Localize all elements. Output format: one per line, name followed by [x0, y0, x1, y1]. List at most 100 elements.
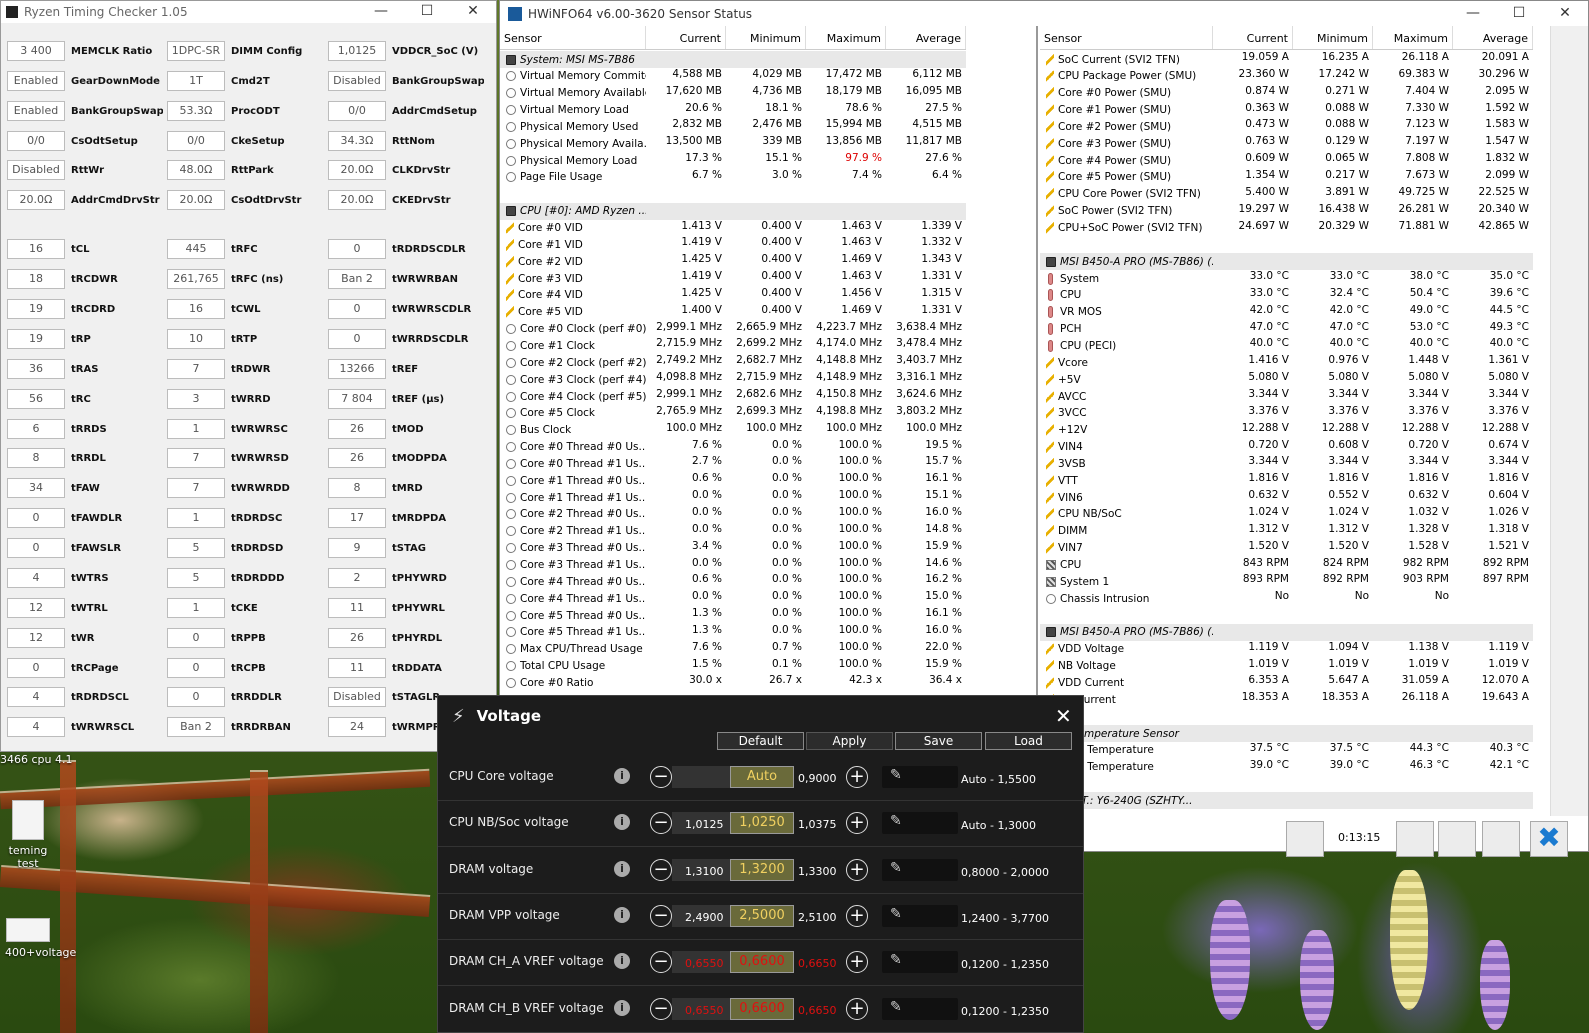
decrease-button[interactable]: − [650, 812, 672, 835]
manual-edit-field[interactable]: ✎ [882, 951, 958, 974]
column-header-current[interactable]: Current [646, 26, 726, 49]
manual-edit-field[interactable]: ✎ [882, 997, 958, 1020]
sensor-row[interactable]: Core #0 Ratio 30.0 x 26.7 x 42.3 x 36.4 x [500, 674, 966, 692]
sensor-row[interactable]: Max CPU/Thread Usage 7.6 % 0.7 % 100.0 % 22.… [500, 640, 966, 658]
decrease-button[interactable]: − [650, 997, 672, 1020]
sensor-row[interactable]: Page File Usage 6.7 % 3.0 % 7.4 % 6.4 % [500, 168, 966, 186]
info-icon[interactable]: i [614, 953, 630, 970]
voltage-current-value[interactable]: 1,3200 [730, 858, 794, 881]
sensor-row[interactable]: Core #5 Thread #0 Us... 1.3 % 0.0 % 100.0 %… [500, 607, 966, 625]
sensor-row[interactable]: Core #2 Power (SMU) 0.473 W 0.088 W 7.123 W… [1040, 118, 1533, 135]
sensor-row[interactable]: Core #4 Thread #0 Us... 0.6 % 0.0 % 100.0 %… [500, 573, 966, 591]
sensor-row[interactable]: Physical Memory Availa... 13,500 MB 339 MB… [500, 135, 966, 153]
desktop-icon-400-voltage[interactable]: 400+voltage [5, 918, 76, 959]
info-icon[interactable]: i [614, 814, 630, 831]
clock-icon[interactable] [1396, 821, 1434, 857]
sensor-row[interactable]: Core #1 VID 1.419 V 0.400 V 1.463 V 1.332 V [500, 236, 966, 254]
report-icon[interactable] [1438, 821, 1476, 857]
sensor-row[interactable]: 3VCC 3.376 V 3.376 V 3.376 V 3.376 V [1040, 404, 1533, 422]
sensor-row[interactable]: Physical Memory Used 2,832 MB 2,476 MB 15,9… [500, 118, 966, 135]
decrease-button[interactable]: − [650, 904, 672, 927]
sensor-group-row[interactable]: MSI B450-A PRO (MS-7B86) (... [1040, 253, 1533, 271]
sensor-row[interactable]: Core #5 Clock 2,765.9 MHz 2,699.3 MHz 4,198… [500, 404, 966, 422]
column-header-average[interactable]: Average [1453, 26, 1533, 49]
increase-button[interactable]: + [846, 904, 868, 927]
sensor-table-right[interactable]: Sensor Current Minimum Maximum Average SoC Cu… [1040, 26, 1588, 818]
sensor-group-row[interactable]: MSI B450-A PRO (MS-7B86) (... [1040, 623, 1533, 641]
desktop-icon-teming-test[interactable]: teming test [5, 800, 51, 870]
increase-button[interactable]: + [846, 951, 868, 974]
sensor-row[interactable]: CPU NB/SoC 1.024 V 1.024 V 1.032 V 1.026 V [1040, 505, 1533, 523]
sensor-row[interactable]: Core #1 Power (SMU) 0.363 W 0.088 W 7.330 W… [1040, 101, 1533, 119]
sensor-row[interactable]: System 1 893 RPM 892 RPM 903 RPM 897 RPM [1040, 573, 1533, 591]
sensor-row[interactable]: VIN7 1.520 V 1.520 V 1.528 V 1.521 V [1040, 539, 1533, 557]
sensor-group-row[interactable]: A.R.T.: Y6-240G (SZHTY... [1040, 792, 1533, 810]
sensor-row[interactable]: Core #3 Power (SMU) 0.763 W 0.129 W 7.197 W… [1040, 135, 1533, 153]
maximize-icon[interactable]: ☐ [404, 1, 450, 23]
column-header-current[interactable]: Current [1213, 26, 1293, 49]
sensor-row[interactable]: CPU (PECI) 40.0 °C 40.0 °C 40.0 °C 40.0 °C [1040, 337, 1533, 355]
sensor-row[interactable]: CPU Package Power (SMU) 23.360 W 17.242 W 6… [1040, 67, 1533, 85]
decrease-button[interactable]: − [650, 951, 672, 974]
voltage-current-value[interactable]: 2,5000 [730, 904, 794, 927]
sensor-row[interactable]: Core #3 VID 1.419 V 0.400 V 1.463 V 1.331 V [500, 270, 966, 288]
sensor-row[interactable]: Core #1 Clock 2,715.9 MHz 2,699.2 MHz 4,174… [500, 337, 966, 355]
close-icon[interactable]: ✕ [450, 1, 496, 23]
manual-edit-field[interactable]: ✎ [882, 812, 958, 835]
minimize-icon[interactable]: — [358, 1, 404, 23]
sensor-row[interactable]: M[3] Temperature 39.0 °C 39.0 °C 46.3 °C 42.… [1040, 759, 1533, 776]
column-header[interactable]: Sensor Current Minimum Maximum Average [1040, 26, 1533, 50]
scrollbar[interactable] [1550, 26, 1588, 816]
sensor-row[interactable]: Core #4 Clock (perf #5) 2,999.1 MHz 2,682.… [500, 388, 966, 405]
sensor-row[interactable]: Core #2 Thread #1 Us... 0.0 % 0.0 % 100.0 %… [500, 523, 966, 540]
sensor-group-row[interactable]: System: MSI MS-7B86 [500, 51, 966, 68]
sensor-row[interactable]: Core #0 Clock (perf #0) 2,999.1 MHz 2,665.… [500, 321, 966, 338]
sensor-row[interactable]: AVCC 3.344 V 3.344 V 3.344 V 3.344 V [1040, 388, 1533, 405]
column-header-maximum[interactable]: Maximum [1373, 26, 1453, 49]
manual-edit-field[interactable]: ✎ [882, 904, 958, 927]
sensor-row[interactable]: Core #1 Thread #1 Us... 0.0 % 0.0 % 100.0 %… [500, 489, 966, 506]
sensor-row[interactable]: Core #2 Clock (perf #2) 2,749.2 MHz 2,682.… [500, 354, 966, 371]
column-header-minimum[interactable]: Minimum [1293, 26, 1373, 49]
column-header-maximum[interactable]: Maximum [806, 26, 886, 49]
sensor-row[interactable]: Total CPU Usage 1.5 % 0.1 % 100.0 % 15.9 % [500, 658, 966, 675]
voltage-current-value[interactable]: 0,6600 [730, 997, 794, 1020]
load-button[interactable]: Load [985, 732, 1072, 750]
sensor-row[interactable]: System 33.0 °C 33.0 °C 38.0 °C 35.0 °C [1040, 270, 1533, 288]
sensor-row[interactable]: CPU Core Power (SVI2 TFN) 5.400 W 3.891 W 4… [1040, 186, 1533, 203]
sensor-row[interactable]: VIN6 0.632 V 0.552 V 0.632 V 0.604 V [1040, 489, 1533, 506]
column-header-minimum[interactable]: Minimum [726, 26, 806, 49]
sensor-row[interactable]: Core #5 VID 1.400 V 0.400 V 1.469 V 1.331 V [500, 303, 966, 321]
sensor-row[interactable]: Core #4 VID 1.425 V 0.400 V 1.456 V 1.315 V [500, 287, 966, 304]
increase-button[interactable]: + [846, 812, 868, 835]
voltage-current-value[interactable]: 1,0250 [730, 812, 794, 835]
voltage-current-value[interactable]: 0,6600 [730, 951, 794, 974]
sensor-row[interactable]: Core #3 Clock (perf #4) 4,098.8 MHz 2,715.… [500, 371, 966, 389]
apply-button[interactable]: Apply [806, 732, 893, 750]
column-header[interactable]: Sensor Current Minimum Maximum Average [500, 26, 966, 50]
hwinfo-titlebar[interactable]: HWiNFO64 v6.00-3620 Sensor Status — ☐ ✕ [500, 1, 1588, 26]
maximize-icon[interactable]: ☐ [1496, 3, 1542, 25]
manual-edit-field[interactable]: ✎ [882, 766, 958, 788]
sensor-row[interactable]: Virtual Memory Available 17,620 MB 4,736 M… [500, 85, 966, 102]
sensor-row[interactable]: Core #3 Thread #0 Us... 3.4 % 0.0 % 100.0 %… [500, 539, 966, 557]
column-header-average[interactable]: Average [886, 26, 966, 49]
rtc-titlebar[interactable]: Ryzen Timing Checker 1.05 — ☐ ✕ [1, 1, 496, 23]
sensor-row[interactable]: Virtual Memory Commited 4,588 MB 4,029 MB 1… [500, 67, 966, 85]
sensor-row[interactable]: Core #5 Thread #1 Us... 1.3 % 0.0 % 100.0 %… [500, 624, 966, 641]
default-button[interactable]: Default [717, 732, 804, 750]
increase-button[interactable]: + [846, 997, 868, 1020]
sensor-row[interactable]: Virtual Memory Load 20.6 % 18.1 % 78.6 % 27.… [500, 101, 966, 119]
info-icon[interactable]: i [614, 768, 630, 784]
sensor-row[interactable]: Core #0 Thread #1 Us... 2.7 % 0.0 % 100.0 %… [500, 455, 966, 472]
sensor-row[interactable]: Core #2 VID 1.425 V 0.400 V 1.469 V 1.343 V [500, 253, 966, 270]
column-header-sensor[interactable]: Sensor [500, 26, 646, 49]
sensor-row[interactable]: Core #0 Power (SMU) 0.874 W 0.271 W 7.404 W… [1040, 85, 1533, 102]
sensor-row[interactable]: +5V 5.080 V 5.080 V 5.080 V 5.080 V [1040, 371, 1533, 389]
save-button[interactable]: Save [895, 732, 982, 750]
sensor-row[interactable]: CPU+SoC Power (SVI2 TFN) 24.697 W 20.329 W… [1040, 220, 1533, 237]
minimize-icon[interactable]: — [1450, 3, 1496, 25]
sensor-row[interactable]: Vcore 1.416 V 0.976 V 1.448 V 1.361 V [1040, 354, 1533, 371]
decrease-button[interactable]: − [650, 858, 672, 881]
sensor-row[interactable]: Core #5 Power (SMU) 1.354 W 0.217 W 7.673 W… [1040, 168, 1533, 186]
